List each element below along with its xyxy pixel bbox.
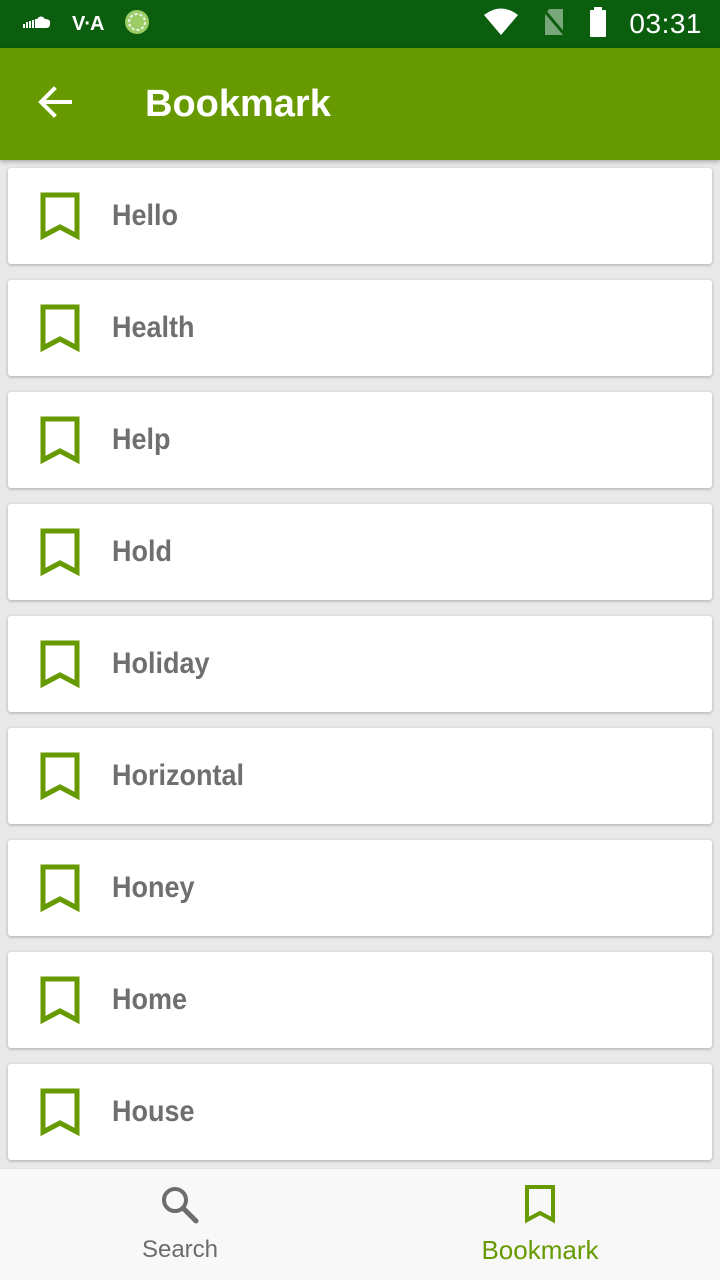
nav-bookmark-tab[interactable]: Bookmark [360, 1169, 720, 1280]
bookmark-icon [8, 504, 112, 600]
list-item[interactable]: Help [8, 392, 712, 488]
bookmark-icon [8, 728, 112, 824]
list-item[interactable]: Hold [8, 504, 712, 600]
vpn-badge: V·A [72, 12, 104, 35]
bookmark-icon [8, 1064, 112, 1160]
bookmark-icon [8, 616, 112, 712]
cloud-icon [22, 14, 52, 35]
app-bar: Bookmark [0, 48, 720, 160]
bookmark-icon [8, 168, 112, 264]
bookmark-icon [8, 952, 112, 1048]
back-button[interactable] [0, 48, 110, 160]
no-sim-icon [541, 7, 567, 42]
bookmark-icon [8, 392, 112, 488]
list-item-label: Horizontal [112, 759, 245, 792]
list-item[interactable]: House [8, 1064, 712, 1160]
status-time: 03:31 [629, 8, 702, 39]
list-item-label: Holiday [112, 647, 210, 680]
bottom-navigation: Search Bookmark [0, 1168, 720, 1280]
list-item-label: Home [112, 983, 188, 1016]
list-item-label: Health [112, 311, 195, 344]
list-item-label: Honey [112, 871, 195, 904]
sync-icon [123, 8, 151, 41]
battery-icon [589, 6, 607, 42]
search-icon [160, 1185, 200, 1230]
bookmark-icon [8, 840, 112, 936]
wifi-icon [483, 8, 519, 41]
bookmark-icon [8, 280, 112, 376]
status-left: V·A [0, 8, 151, 41]
status-bar: V·A 03:31 [0, 0, 720, 48]
list-item[interactable]: Hello [8, 168, 712, 264]
arrow-back-icon [37, 84, 73, 125]
list-item-label: House [112, 1095, 195, 1128]
list-item[interactable]: Holiday [8, 616, 712, 712]
bookmark-list[interactable]: Hello Health Help Hold Holiday Horizonta… [0, 160, 720, 1168]
page-title: Bookmark [145, 82, 331, 125]
status-right: 03:31 [483, 6, 720, 42]
bookmark-icon [524, 1184, 556, 1229]
list-item[interactable]: Horizontal [8, 728, 712, 824]
list-item-label: Hold [112, 535, 172, 568]
list-item[interactable]: Home [8, 952, 712, 1048]
nav-search-label: Search [141, 1236, 219, 1263]
list-item-label: Hello [112, 199, 179, 232]
list-item-label: Help [112, 423, 171, 456]
nav-search-tab[interactable]: Search [0, 1169, 360, 1280]
list-item[interactable]: Honey [8, 840, 712, 936]
nav-bookmark-label: Bookmark [481, 1234, 599, 1265]
list-item[interactable]: Health [8, 280, 712, 376]
